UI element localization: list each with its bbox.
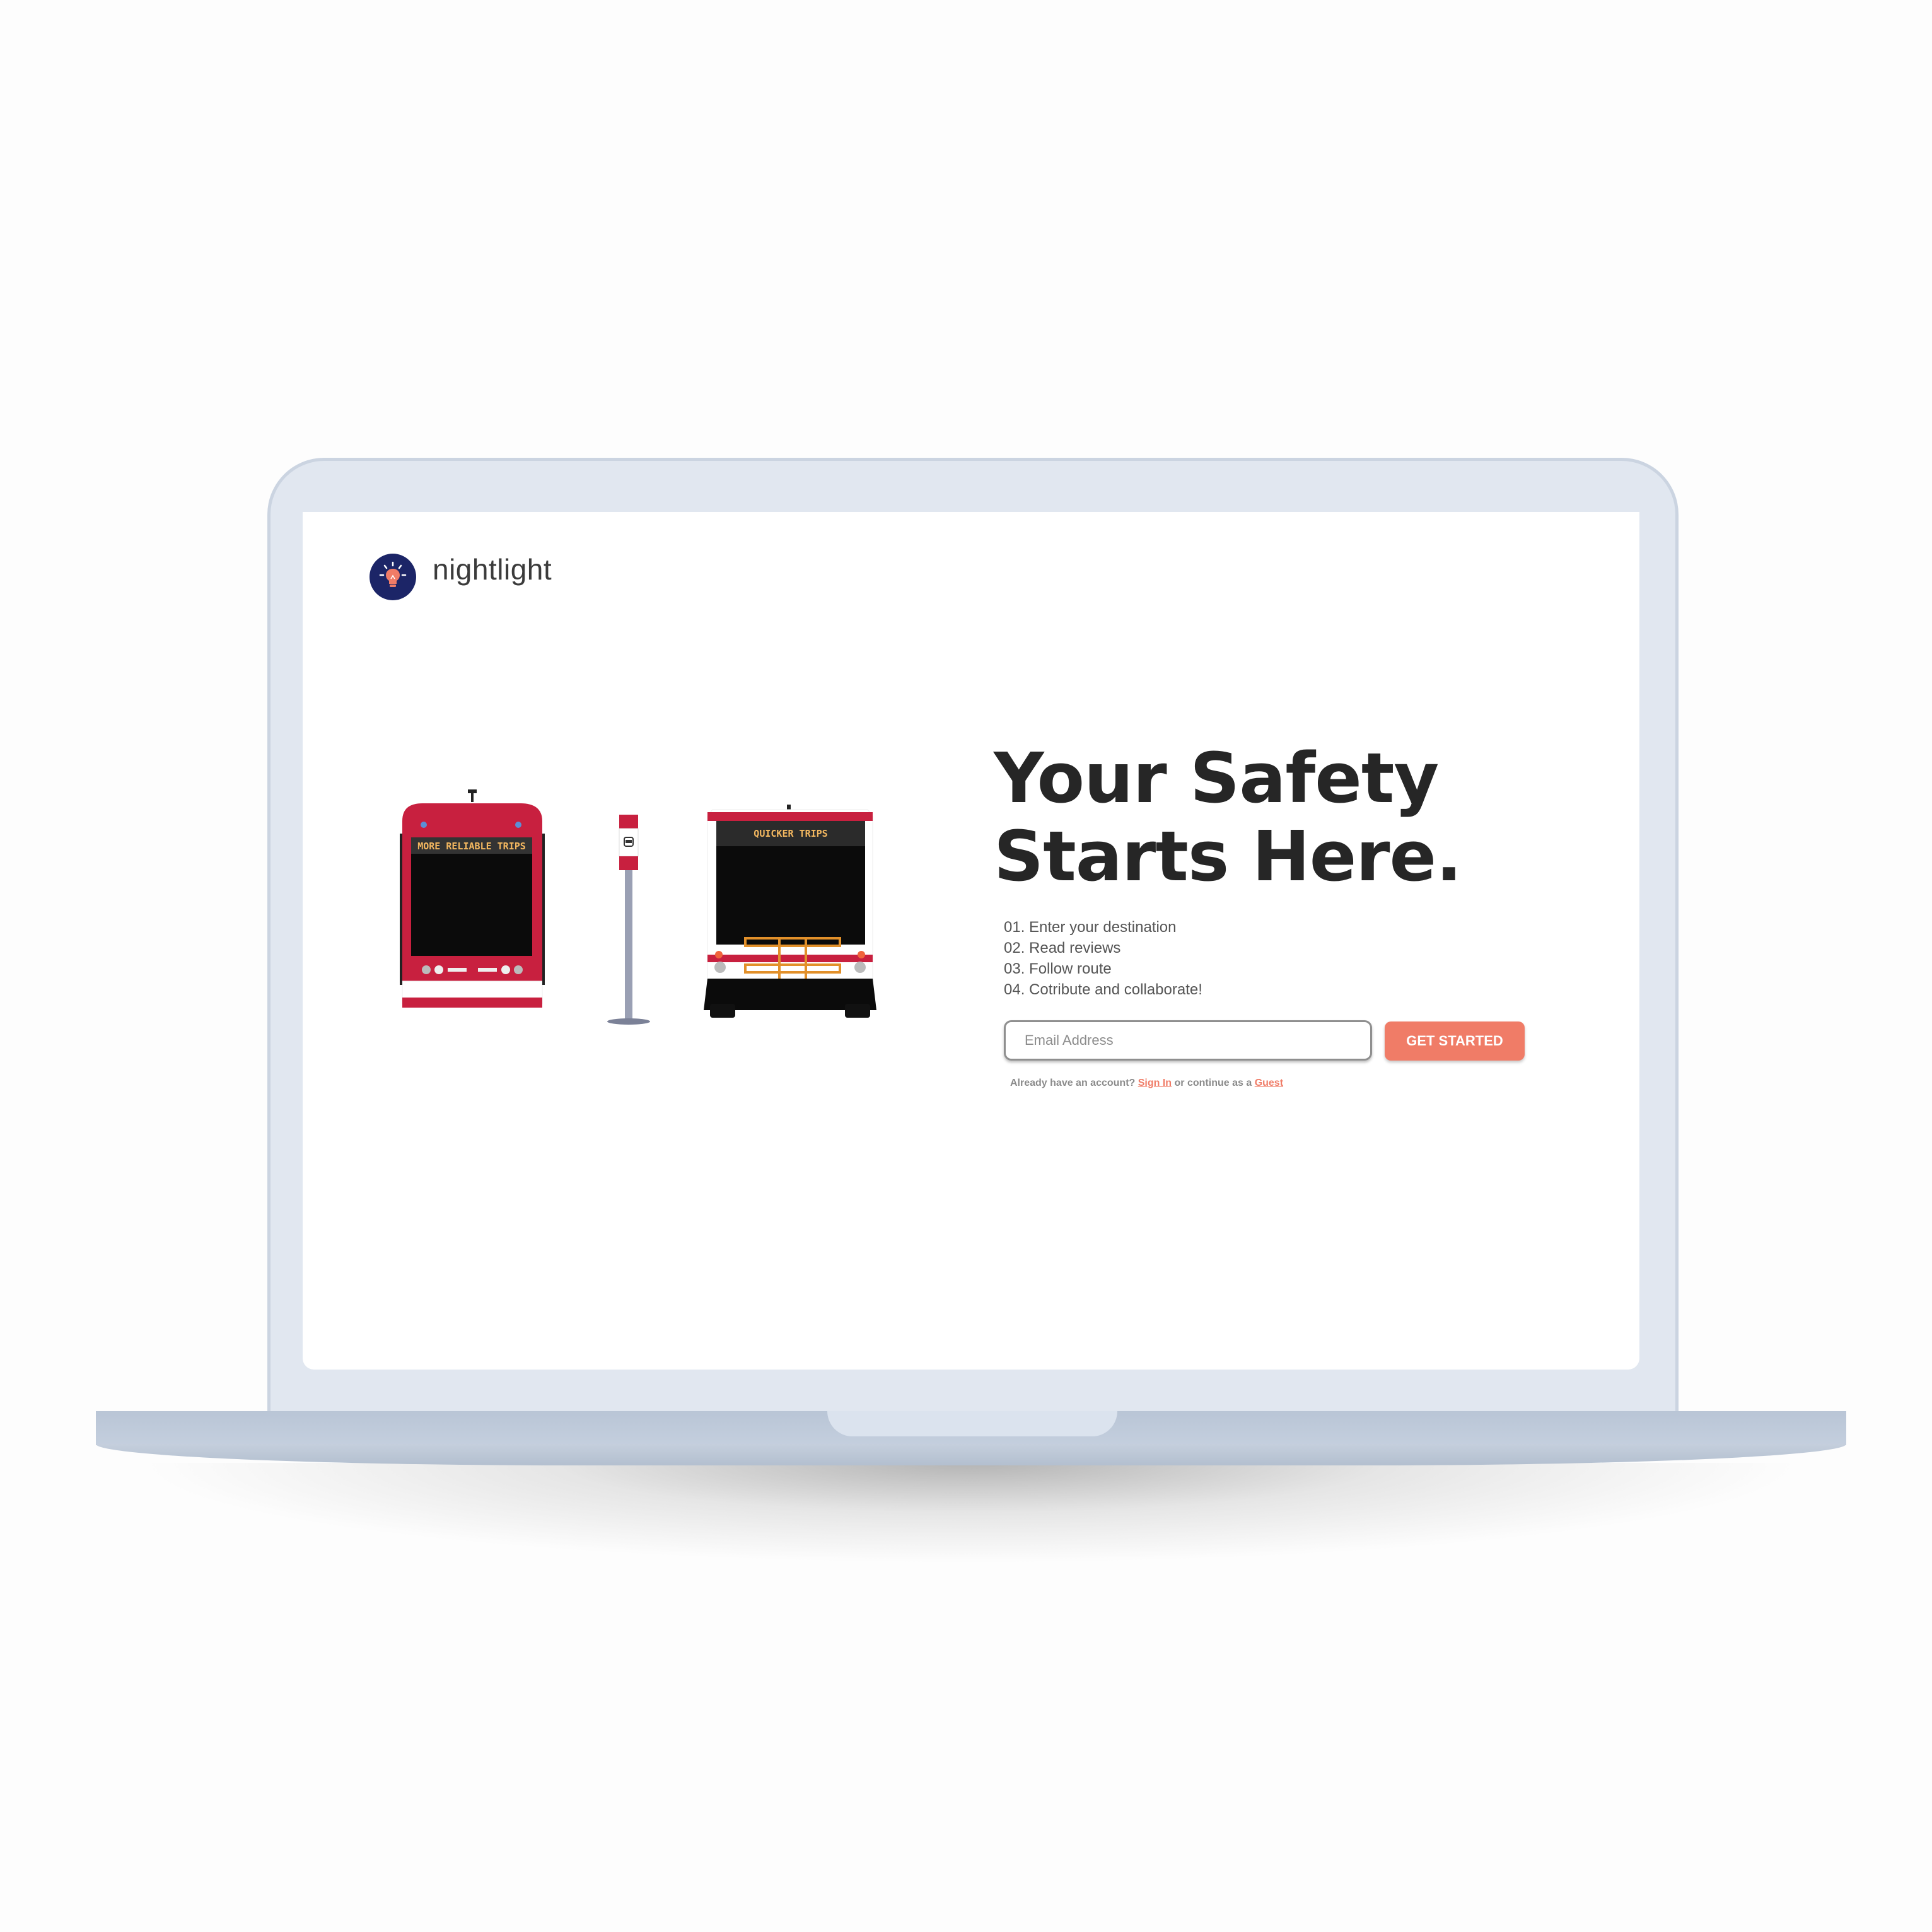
account-row: Already have an account? Sign In or cont… [1010, 1078, 1283, 1089]
bus-illustration: QUICKER TRIPS [704, 805, 876, 1018]
step-item: 03. Follow route [1004, 960, 1112, 977]
laptop-notch [827, 1411, 1117, 1436]
laptop-base-lip [96, 1444, 1846, 1465]
account-prompt: Already have an account? [1010, 1078, 1136, 1088]
headline-line-2: Starts Here. [994, 816, 1462, 897]
get-started-button[interactable]: GET STARTED [1385, 1021, 1525, 1061]
bus-sign-text: QUICKER TRIPS [754, 828, 827, 839]
step-item: 01. Enter your destination [1004, 919, 1177, 936]
headline-line-1: Your Safety [994, 738, 1439, 818]
step-item: 02. Read reviews [1004, 940, 1121, 957]
steps-list: 01. Enter your destination 02. Read revi… [1004, 917, 1202, 1000]
hero-headline: Your Safety Starts Here. [994, 739, 1462, 895]
email-field[interactable] [1004, 1020, 1372, 1061]
streetcar-illustration: MORE RELIABLE TRIPS [400, 789, 545, 1008]
guest-link[interactable]: Guest [1255, 1078, 1283, 1088]
sign-in-link[interactable]: Sign In [1138, 1078, 1172, 1088]
bus-stop-pole [607, 815, 650, 1025]
continue-text: or continue as a [1174, 1078, 1252, 1088]
step-item: 04. Cotribute and collaborate! [1004, 981, 1202, 998]
brand-name: nightlight [433, 553, 552, 586]
laptop-shadow [139, 1463, 1803, 1564]
streetcar-sign-text: MORE RELIABLE TRIPS [417, 841, 526, 852]
transit-illustration: MORE RELIABLE TRIPS QUICKER TRIPS [400, 789, 876, 1025]
laptop-mockup: nightlight MORE RELIABLE TRIPS QUICKER T… [0, 0, 1932, 1932]
lightbulb-icon[interactable] [370, 554, 416, 600]
screen: nightlight MORE RELIABLE TRIPS QUICKER T… [303, 512, 1639, 1370]
